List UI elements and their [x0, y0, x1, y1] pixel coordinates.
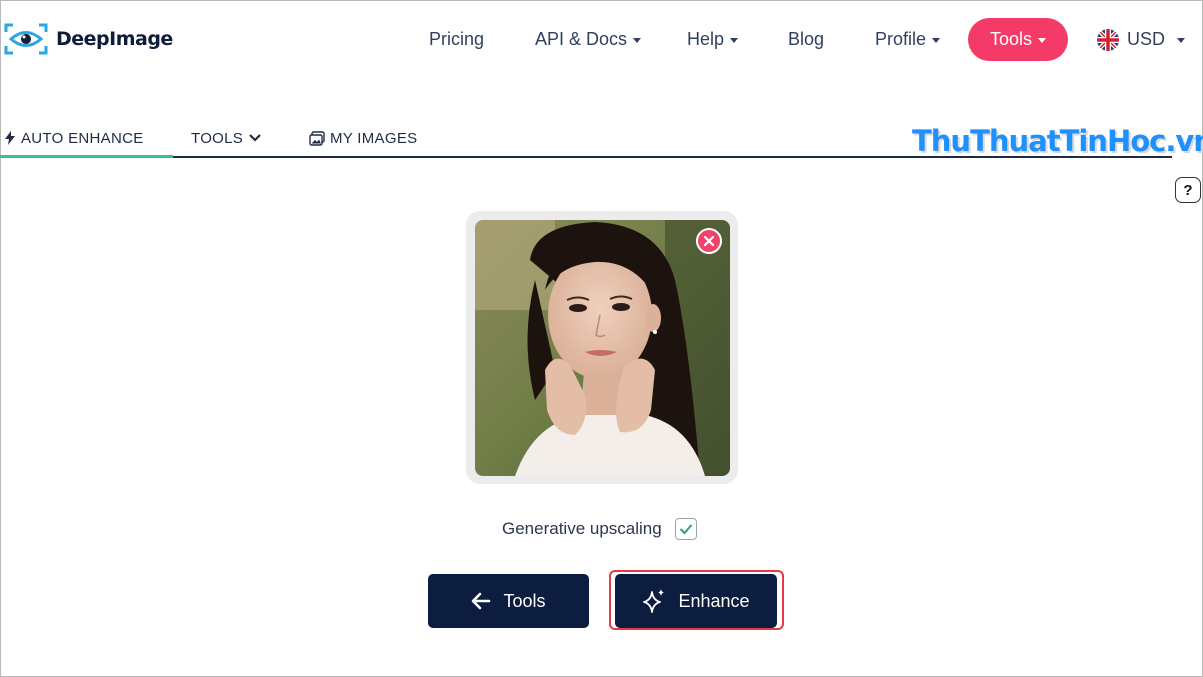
help-button[interactable]: ?: [1175, 177, 1201, 203]
generative-upscaling-label: Generative upscaling: [502, 519, 662, 538]
nav-api-docs-label: API & Docs: [535, 29, 628, 49]
nav-blog[interactable]: Blog: [788, 18, 824, 61]
caret-down-icon: [730, 38, 739, 43]
nav-blog-label: Blog: [788, 29, 825, 49]
nav-tools-label: Tools: [989, 29, 1033, 49]
nav-api-docs[interactable]: API & Docs: [535, 18, 642, 61]
remove-image-button[interactable]: [696, 228, 722, 254]
uploaded-image: [475, 220, 730, 476]
nav-tools-button[interactable]: Tools: [968, 18, 1068, 61]
generative-upscaling-option: Generative upscaling: [502, 517, 697, 541]
nav-profile[interactable]: Profile: [875, 18, 941, 61]
tab-auto-enhance-label: AUTO ENHANCE: [21, 129, 144, 147]
caret-down-icon: [633, 38, 642, 43]
caret-down-icon: [1177, 38, 1186, 43]
tab-my-images[interactable]: MY IMAGES: [309, 128, 417, 148]
brand-name: DeepImage: [56, 28, 173, 50]
back-to-tools-button[interactable]: Tools: [428, 574, 589, 628]
tab-auto-enhance[interactable]: AUTO ENHANCE: [4, 128, 144, 148]
logo[interactable]: DeepImage: [4, 22, 173, 56]
tab-tools[interactable]: TOOLS: [191, 128, 262, 148]
chevron-down-icon: [249, 134, 261, 142]
enhance-label: Enhance: [678, 590, 750, 611]
nav-pricing[interactable]: Pricing: [429, 18, 484, 61]
currency-label: USD: [1127, 29, 1166, 49]
nav-help[interactable]: Help: [687, 18, 739, 61]
sparkles-icon: [643, 589, 665, 613]
watermark: ThuThuatTinHoc.vn: [912, 124, 1203, 158]
currency-selector[interactable]: USD: [1097, 18, 1186, 61]
enhance-button[interactable]: Enhance: [615, 574, 777, 628]
active-tab-indicator: [0, 155, 173, 158]
caret-down-icon: [932, 38, 941, 43]
back-to-tools-label: Tools: [503, 590, 546, 611]
nav-pricing-label: Pricing: [429, 29, 485, 49]
caret-down-icon: [1038, 38, 1047, 43]
tab-my-images-label: MY IMAGES: [330, 129, 418, 147]
deepimage-eye-logo-icon: [4, 23, 48, 55]
nav-help-label: Help: [687, 29, 725, 49]
arrow-left-icon: [472, 592, 491, 610]
checkmark-icon: [679, 524, 692, 535]
close-icon: [703, 235, 715, 247]
tab-tools-label: TOOLS: [191, 129, 244, 147]
generative-upscaling-checkbox[interactable]: [674, 518, 697, 540]
lightning-icon: [5, 131, 15, 145]
uk-flag-icon: [1097, 28, 1119, 51]
image-gallery-icon: [309, 130, 325, 146]
nav-profile-label: Profile: [875, 29, 927, 49]
